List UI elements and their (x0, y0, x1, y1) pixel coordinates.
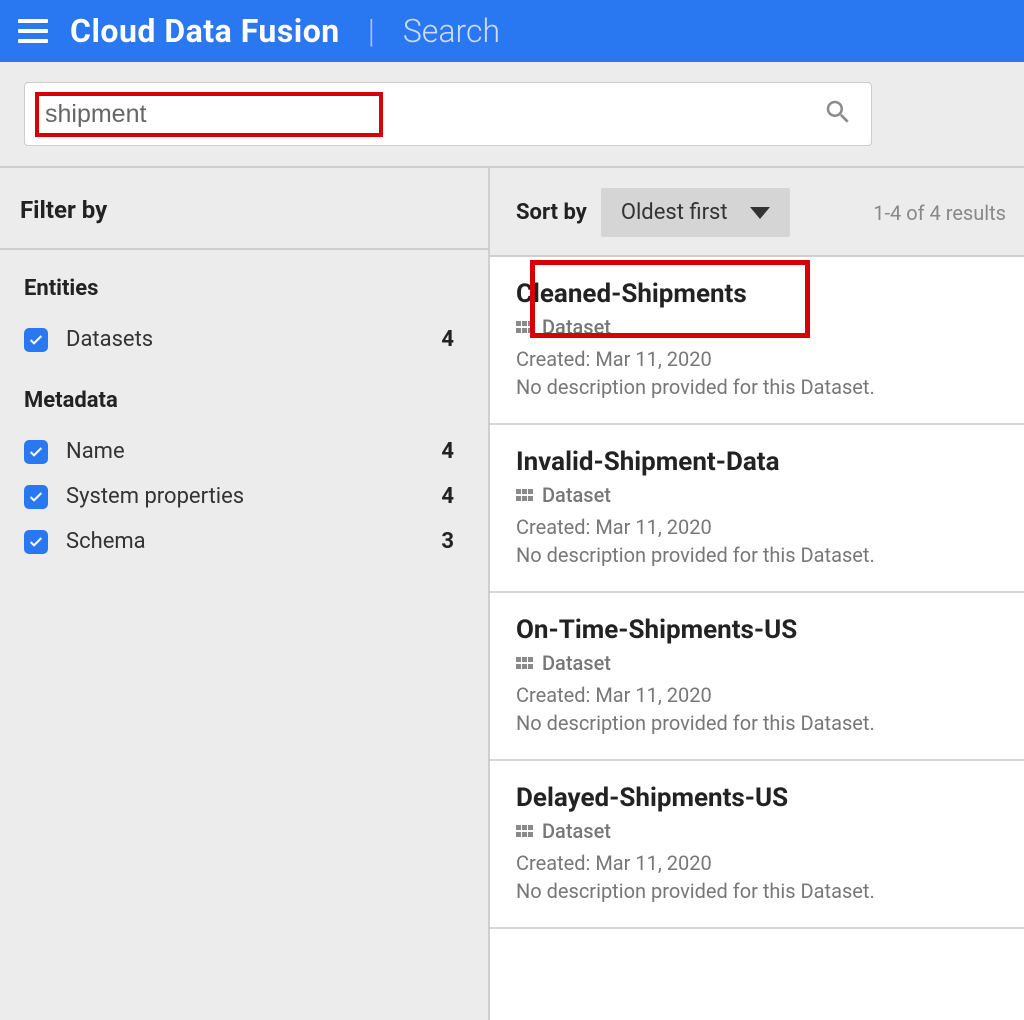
sort-dropdown[interactable]: Oldest first (601, 188, 790, 237)
checkbox-checked-icon[interactable] (24, 440, 48, 464)
page-title: Search (403, 12, 500, 50)
filter-label: Name (66, 439, 441, 464)
result-title: On-Time-Shipments-US (516, 615, 998, 645)
filter-group-title-metadata: Metadata (0, 362, 488, 429)
results-count: 1-4 of 4 results (873, 201, 1006, 225)
search-box (24, 82, 872, 146)
checkbox-checked-icon[interactable] (24, 485, 48, 509)
dataset-icon (516, 657, 534, 669)
dataset-icon (516, 825, 534, 837)
menu-icon[interactable] (18, 19, 48, 43)
result-card[interactable]: Invalid-Shipment-Data Dataset Created: M… (490, 425, 1024, 593)
checkbox-checked-icon[interactable] (24, 530, 48, 554)
dataset-icon (516, 321, 534, 333)
filter-sidebar: Filter by Entities Datasets 4 Metadata N… (0, 168, 490, 1020)
result-created: Created: Mar 11, 2020 (516, 851, 998, 875)
sort-value: Oldest first (621, 200, 728, 225)
filter-label: System properties (66, 484, 441, 509)
filter-item-name[interactable]: Name 4 (0, 429, 488, 474)
filter-item-datasets[interactable]: Datasets 4 (0, 317, 488, 362)
chevron-down-icon (750, 207, 770, 219)
result-card[interactable]: On-Time-Shipments-US Dataset Created: Ma… (490, 593, 1024, 761)
title-separator: | (368, 12, 375, 50)
filter-count: 4 (441, 439, 464, 464)
result-type: Dataset (542, 819, 611, 843)
result-created: Created: Mar 11, 2020 (516, 683, 998, 707)
filter-count: 4 (441, 327, 464, 352)
result-card[interactable]: Cleaned-Shipments Dataset Created: Mar 1… (490, 257, 1024, 425)
search-icon[interactable] (823, 97, 853, 131)
result-description: No description provided for this Dataset… (516, 711, 998, 735)
filter-count: 3 (441, 529, 464, 554)
results-header: Sort by Oldest first 1-4 of 4 results (490, 168, 1024, 257)
result-created: Created: Mar 11, 2020 (516, 347, 998, 371)
search-input[interactable] (39, 96, 373, 133)
topbar: Cloud Data Fusion | Search (0, 0, 1024, 62)
result-title: Delayed-Shipments-US (516, 783, 998, 813)
search-bar-container (0, 62, 1024, 168)
result-description: No description provided for this Dataset… (516, 543, 998, 567)
result-type: Dataset (542, 651, 611, 675)
checkbox-checked-icon[interactable] (24, 328, 48, 352)
filter-count: 4 (441, 484, 464, 509)
result-type: Dataset (542, 315, 611, 339)
result-card[interactable]: Delayed-Shipments-US Dataset Created: Ma… (490, 761, 1024, 929)
app-title: Cloud Data Fusion (70, 12, 340, 50)
main-content: Filter by Entities Datasets 4 Metadata N… (0, 168, 1024, 1020)
result-description: No description provided for this Dataset… (516, 879, 998, 903)
sort-by-label: Sort by (516, 200, 587, 225)
result-title: Invalid-Shipment-Data (516, 447, 998, 477)
result-description: No description provided for this Dataset… (516, 375, 998, 399)
filter-item-system-properties[interactable]: System properties 4 (0, 474, 488, 519)
highlight-annotation (35, 92, 383, 137)
filter-label: Datasets (66, 327, 441, 352)
result-title: Cleaned-Shipments (516, 279, 998, 309)
filter-item-schema[interactable]: Schema 3 (0, 519, 488, 564)
result-list: Cleaned-Shipments Dataset Created: Mar 1… (490, 257, 1024, 1020)
filter-heading: Filter by (0, 168, 488, 250)
result-type: Dataset (542, 483, 611, 507)
result-created: Created: Mar 11, 2020 (516, 515, 998, 539)
filter-group-title-entities: Entities (0, 250, 488, 317)
filter-label: Schema (66, 529, 441, 554)
dataset-icon (516, 489, 534, 501)
results-panel: Sort by Oldest first 1-4 of 4 results Cl… (490, 168, 1024, 1020)
